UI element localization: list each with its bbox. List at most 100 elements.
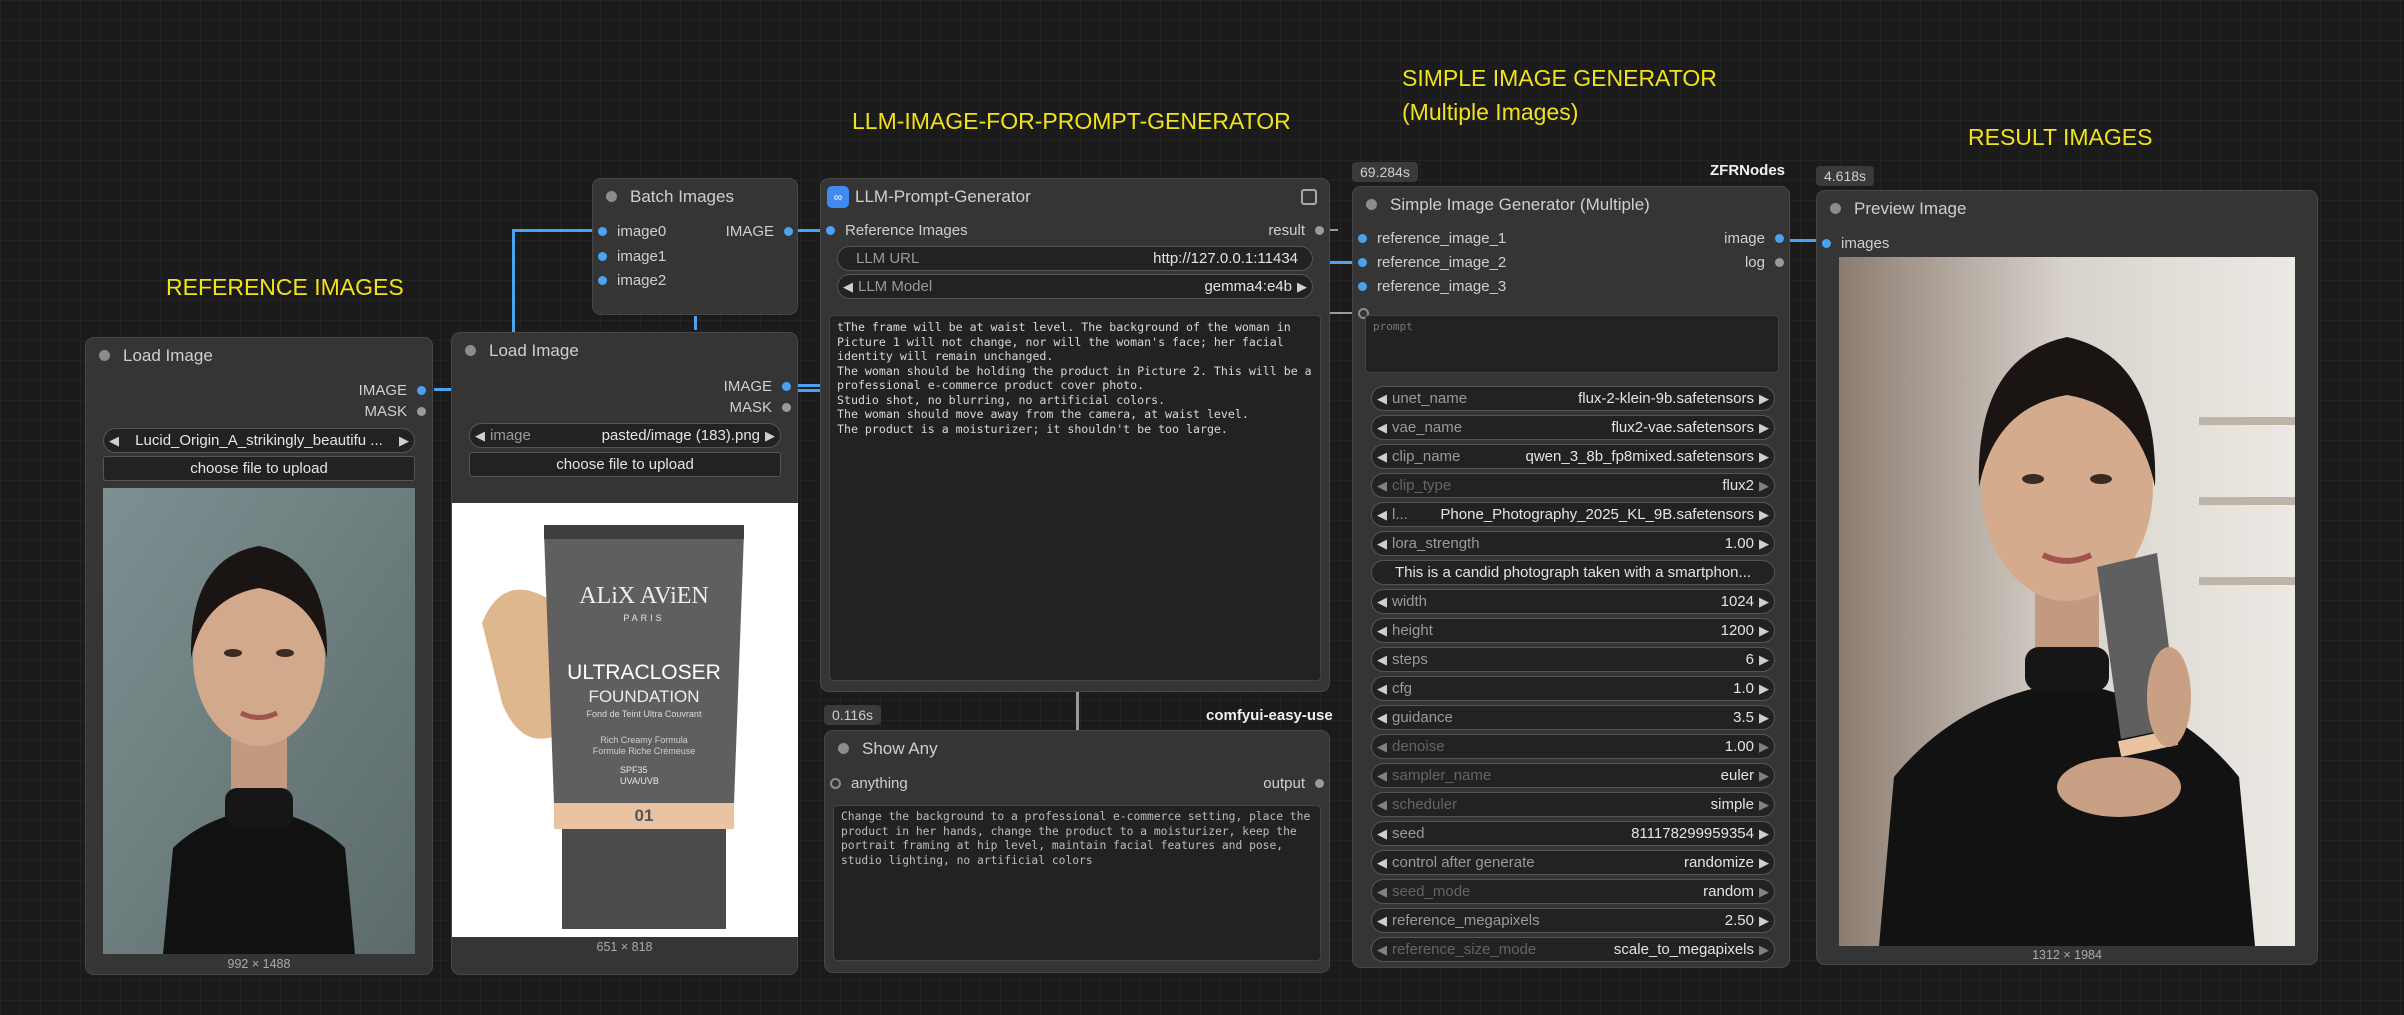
reference-size-mode-combo[interactable]: ◀ reference_size_mode scale_to_megapixels ▶ <box>1371 937 1775 962</box>
input-slot-anything[interactable]: anything <box>830 775 908 792</box>
arrow-left-icon[interactable]: ◀ <box>1372 739 1392 755</box>
arrow-right-icon[interactable]: ▶ <box>1754 478 1774 494</box>
arrow-right-icon[interactable]: ▶ <box>760 428 780 444</box>
slot-dot[interactable] <box>598 276 607 285</box>
arrow-right-icon[interactable]: ▶ <box>1754 826 1774 842</box>
arrow-left-icon[interactable]: ◀ <box>1372 768 1392 784</box>
height-stepper[interactable]: ◀ height 1200 ▶ <box>1371 618 1775 643</box>
arrow-right-icon[interactable]: ▶ <box>1754 739 1774 755</box>
simple-image-generator-node[interactable]: Simple Image Generator (Multiple) refere… <box>1352 186 1790 968</box>
arrow-left-icon[interactable]: ◀ <box>1372 942 1392 958</box>
output-slot-log[interactable]: log <box>1745 254 1784 271</box>
slot-dot[interactable] <box>598 227 607 236</box>
lora-prompt-field[interactable]: This is a candid photograph taken with a… <box>1371 560 1775 585</box>
slot-dot[interactable] <box>1358 234 1367 243</box>
batch-images-node[interactable]: Batch Images image0 image1 image2 IMAGE <box>592 178 798 315</box>
input-slot-reference-images[interactable]: Reference Images <box>826 222 968 239</box>
llm-model-combo[interactable]: ◀ LLM Model gemma4:e4b ▶ <box>837 274 1313 299</box>
llm-prompt-generator-node[interactable]: ∞ LLM-Prompt-Generator Reference Images … <box>820 178 1330 692</box>
output-slot-image[interactable]: image <box>1724 230 1784 247</box>
node-header[interactable]: Preview Image <box>1817 191 2317 226</box>
unet-name-combo[interactable]: ◀ unet_name flux-2-klein-9b.safetensors ▶ <box>1371 386 1775 411</box>
arrow-left-icon[interactable]: ◀ <box>1372 391 1392 407</box>
slot-dot[interactable] <box>1315 779 1324 788</box>
steps-stepper[interactable]: ◀ steps 6 ▶ <box>1371 647 1775 672</box>
arrow-right-icon[interactable]: ▶ <box>1754 652 1774 668</box>
slot-dot[interactable] <box>1358 258 1367 267</box>
slot-dot[interactable] <box>826 226 835 235</box>
slot-dot[interactable] <box>1315 226 1324 235</box>
arrow-left-icon[interactable]: ◀ <box>1372 913 1392 929</box>
vae-name-combo[interactable]: ◀ vae_name flux2-vae.safetensors ▶ <box>1371 415 1775 440</box>
arrow-right-icon[interactable]: ▶ <box>1292 279 1312 295</box>
input-slot-reference-image-1[interactable]: reference_image_1 <box>1358 230 1506 247</box>
output-slot-mask[interactable]: MASK <box>729 399 791 416</box>
arrow-right-icon[interactable]: ▶ <box>1754 797 1774 813</box>
output-slot-image[interactable]: IMAGE <box>724 378 791 395</box>
input-slot-reference-image-3[interactable]: reference_image_3 <box>1358 278 1506 295</box>
llm-url-field[interactable]: LLM URL http://127.0.0.1:11434 <box>837 246 1313 271</box>
arrow-right-icon[interactable]: ▶ <box>1754 507 1774 523</box>
upload-button[interactable]: choose file to upload <box>103 456 415 481</box>
image-file-combo[interactable]: ◀ Lucid_Origin_A_strikingly_beautifu ...… <box>103 428 415 453</box>
arrow-left-icon[interactable]: ◀ <box>1372 826 1392 842</box>
arrow-left-icon[interactable]: ◀ <box>838 279 858 295</box>
slot-dot[interactable] <box>417 407 426 416</box>
arrow-right-icon[interactable]: ▶ <box>1754 855 1774 871</box>
arrow-left-icon[interactable]: ◀ <box>104 433 124 449</box>
arrow-left-icon[interactable]: ◀ <box>1372 507 1392 523</box>
reference-megapixels-stepper[interactable]: ◀ reference_megapixels 2.50 ▶ <box>1371 908 1775 933</box>
slot-dot[interactable] <box>1358 282 1367 291</box>
preview-image-node[interactable]: Preview Image images 1312 × 1984 <box>1816 190 2318 965</box>
upload-button[interactable]: choose file to upload <box>469 452 781 477</box>
arrow-left-icon[interactable]: ◀ <box>1372 623 1392 639</box>
node-header[interactable]: ∞ LLM-Prompt-Generator <box>821 179 1329 214</box>
arrow-right-icon[interactable]: ▶ <box>1754 391 1774 407</box>
control-after-generate-combo[interactable]: ◀ control after generate randomize ▶ <box>1371 850 1775 875</box>
output-slot-image[interactable]: IMAGE <box>359 382 426 399</box>
arrow-right-icon[interactable]: ▶ <box>1754 710 1774 726</box>
arrow-left-icon[interactable]: ◀ <box>1372 797 1392 813</box>
arrow-left-icon[interactable]: ◀ <box>1372 449 1392 465</box>
arrow-left-icon[interactable]: ◀ <box>1372 681 1392 697</box>
arrow-left-icon[interactable]: ◀ <box>1372 594 1392 610</box>
slot-dot[interactable] <box>782 382 791 391</box>
slot-dot[interactable] <box>782 403 791 412</box>
output-slot-output[interactable]: output <box>1263 775 1324 792</box>
arrow-right-icon[interactable]: ▶ <box>1754 623 1774 639</box>
node-header[interactable]: Load Image <box>452 333 797 368</box>
cfg-stepper[interactable]: ◀ cfg 1.0 ▶ <box>1371 676 1775 701</box>
arrow-left-icon[interactable]: ◀ <box>1372 710 1392 726</box>
collapse-dot[interactable] <box>838 743 849 754</box>
seed-mode-combo[interactable]: ◀ seed_mode random ▶ <box>1371 879 1775 904</box>
slot-dot[interactable] <box>830 778 841 789</box>
clip-name-combo[interactable]: ◀ clip_name qwen_3_8b_fp8mixed.safetensors… <box>1371 444 1775 469</box>
denoise-stepper[interactable]: ◀ denoise 1.00 ▶ <box>1371 734 1775 759</box>
slot-dot[interactable] <box>1822 239 1831 248</box>
input-slot-images[interactable]: images <box>1822 235 1889 252</box>
slot-dot[interactable] <box>1775 234 1784 243</box>
arrow-left-icon[interactable]: ◀ <box>470 428 490 444</box>
load-image-node-2[interactable]: Load Image IMAGE MASK ◀ image pasted/ima… <box>451 332 798 975</box>
node-header[interactable]: Show Any <box>825 731 1329 766</box>
arrow-right-icon[interactable]: ▶ <box>1754 536 1774 552</box>
slot-dot[interactable] <box>598 252 607 261</box>
sampler-name-combo[interactable]: ◀ sampler_name euler ▶ <box>1371 763 1775 788</box>
prompt-input[interactable]: prompt <box>1365 315 1779 373</box>
slot-dot[interactable] <box>417 386 426 395</box>
output-slot-result[interactable]: result <box>1268 222 1324 239</box>
slot-dot[interactable] <box>1775 258 1784 267</box>
show-any-node[interactable]: Show Any anything output Change the back… <box>824 730 1330 973</box>
arrow-left-icon[interactable]: ◀ <box>1372 420 1392 436</box>
arrow-right-icon[interactable]: ▶ <box>1754 913 1774 929</box>
load-image-node-1[interactable]: Load Image IMAGE MASK ◀ Lucid_Origin_A_s… <box>85 337 433 975</box>
expand-icon[interactable] <box>1301 188 1317 205</box>
arrow-right-icon[interactable]: ▶ <box>394 433 414 449</box>
arrow-left-icon[interactable]: ◀ <box>1372 855 1392 871</box>
collapse-dot[interactable] <box>465 345 476 356</box>
guidance-stepper[interactable]: ◀ guidance 3.5 ▶ <box>1371 705 1775 730</box>
input-slot-image0[interactable]: image0 <box>598 223 666 240</box>
arrow-right-icon[interactable]: ▶ <box>1754 420 1774 436</box>
arrow-right-icon[interactable]: ▶ <box>1754 884 1774 900</box>
collapse-dot[interactable] <box>606 191 617 202</box>
